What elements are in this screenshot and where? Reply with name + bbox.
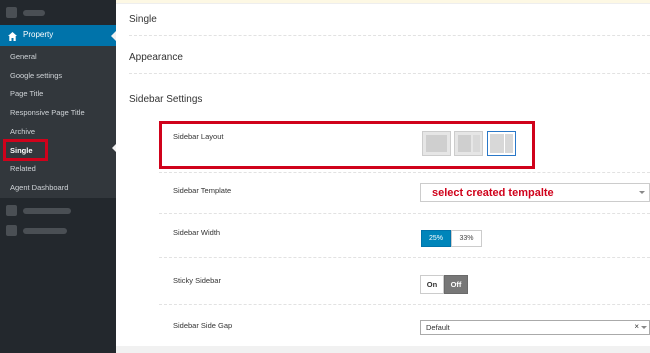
width-option-25[interactable]: 25%	[421, 230, 451, 247]
blurred-menu-item[interactable]	[0, 200, 116, 222]
layout-option-right-sidebar[interactable]	[487, 131, 516, 156]
menu-icon	[6, 7, 17, 18]
sidebar-menu-property[interactable]: Property	[0, 25, 116, 46]
settings-panel: Single Appearance Sidebar Settings Sideb…	[116, 0, 650, 353]
sidebar-item-general[interactable]: General	[10, 52, 37, 61]
sidebar-menu-label: Property	[23, 30, 54, 39]
sidebar-side-gap-value: Default	[426, 323, 450, 332]
section-title-sidebar-settings[interactable]: Sidebar Settings	[129, 94, 202, 105]
layout-option-left-sidebar[interactable]	[454, 131, 483, 156]
sidebar-item-responsive-page-title[interactable]: Responsive Page Title	[10, 108, 85, 117]
annotation-box-single	[3, 139, 48, 161]
divider	[129, 35, 650, 36]
clear-icon[interactable]: ×	[634, 322, 639, 331]
sidebar-side-gap-select[interactable]: Default ×	[420, 320, 650, 335]
sidebar-item-google-settings[interactable]: Google settings	[10, 71, 62, 80]
blurred-menu-item[interactable]	[0, 2, 116, 24]
sidebar-item-page-title[interactable]: Page Title	[10, 89, 43, 98]
blurred-menu-item[interactable]	[0, 220, 116, 242]
sticky-sidebar-label: Sticky Sidebar	[173, 276, 221, 285]
menu-icon	[6, 205, 17, 216]
menu-icon	[6, 225, 17, 236]
sidebar-item-related[interactable]: Related	[10, 164, 36, 173]
divider	[159, 172, 650, 173]
sidebar-side-gap-label: Sidebar Side Gap	[173, 321, 233, 330]
divider	[159, 213, 650, 214]
layout-option-no-sidebar[interactable]	[422, 131, 451, 156]
sidebar-template-label: Sidebar Template	[173, 186, 232, 195]
chevron-down-icon	[641, 326, 647, 329]
divider	[129, 73, 650, 74]
chevron-down-icon	[639, 191, 645, 194]
sticky-on-button[interactable]: On	[420, 275, 444, 294]
footer-strip	[116, 346, 650, 353]
sidebar-layout-label: Sidebar Layout	[173, 132, 224, 141]
sticky-off-button[interactable]: Off	[444, 275, 468, 294]
sidebar-template-value: select created tempalte	[432, 187, 554, 199]
width-option-33[interactable]: 33%	[451, 230, 482, 247]
divider	[159, 304, 650, 305]
sidebar-item-archive[interactable]: Archive	[10, 127, 35, 136]
divider	[159, 257, 650, 258]
section-title-appearance[interactable]: Appearance	[129, 52, 183, 63]
sidebar-width-label: Sidebar Width	[173, 228, 221, 237]
notice-strip	[116, 0, 650, 4]
admin-sidebar: Property General Google settings Page Ti…	[0, 0, 116, 353]
home-icon	[7, 29, 18, 47]
property-submenu	[0, 46, 116, 198]
sidebar-item-agent-dashboard[interactable]: Agent Dashboard	[10, 183, 68, 192]
section-title-single[interactable]: Single	[129, 14, 157, 25]
sidebar-template-select[interactable]: select created tempalte	[420, 183, 650, 202]
